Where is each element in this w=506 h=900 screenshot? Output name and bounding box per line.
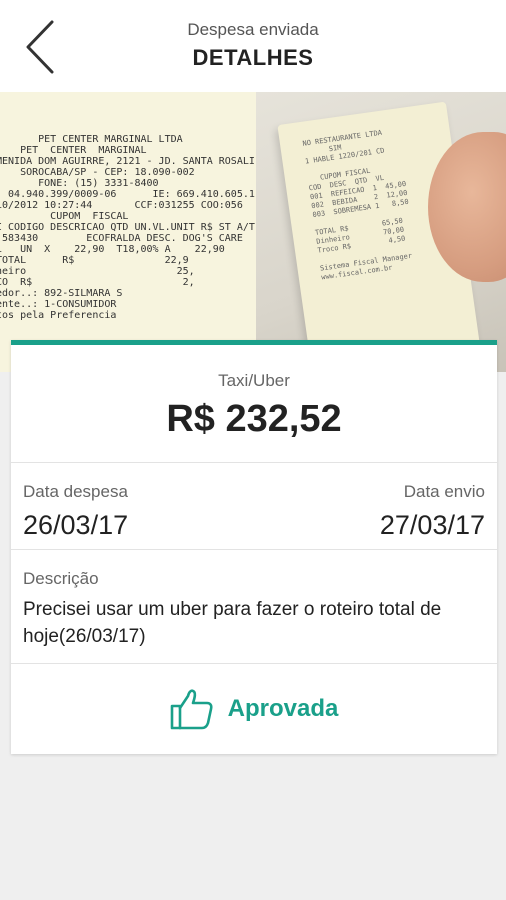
receipt-photo-right: NO RESTAURANTE LTDA SIM 1 HABLE 1220/201… (256, 92, 506, 372)
description-label: Descrição (23, 569, 99, 588)
description-text: Precisei usar um uber para fazer o rotei… (23, 599, 442, 647)
thumbs-up-icon (170, 689, 213, 730)
status-badge: Aprovada (11, 689, 497, 730)
receipt-text-left: PET CENTER MARGINAL LTDA PET CENTER MARG… (0, 134, 256, 321)
page-title: DETALHES (192, 45, 314, 70)
expense-category: Taxi/Uber (218, 371, 290, 390)
date-sent-value: 27/03/17 (379, 510, 485, 540)
date-sent-label: Data envio (403, 482, 485, 501)
divider (11, 663, 497, 664)
status-label: Aprovada (227, 695, 339, 722)
expense-card: Taxi/Uber R$ 232,52 Data despesa Data en… (11, 340, 497, 754)
divider (11, 462, 497, 463)
divider (11, 549, 497, 550)
date-expense-value: 26/03/17 (23, 510, 129, 540)
receipt-photo-left: PET CENTER MARGINAL LTDA PET CENTER MARG… (0, 92, 256, 372)
expense-amount: R$ 232,52 (166, 398, 342, 440)
app-header: Despesa enviada DETALHES (0, 0, 506, 92)
header-subtitle: Despesa enviada (187, 20, 319, 39)
date-expense-label: Data despesa (23, 482, 128, 501)
receipt-photo[interactable]: PET CENTER MARGINAL LTDA PET CENTER MARG… (0, 92, 506, 372)
